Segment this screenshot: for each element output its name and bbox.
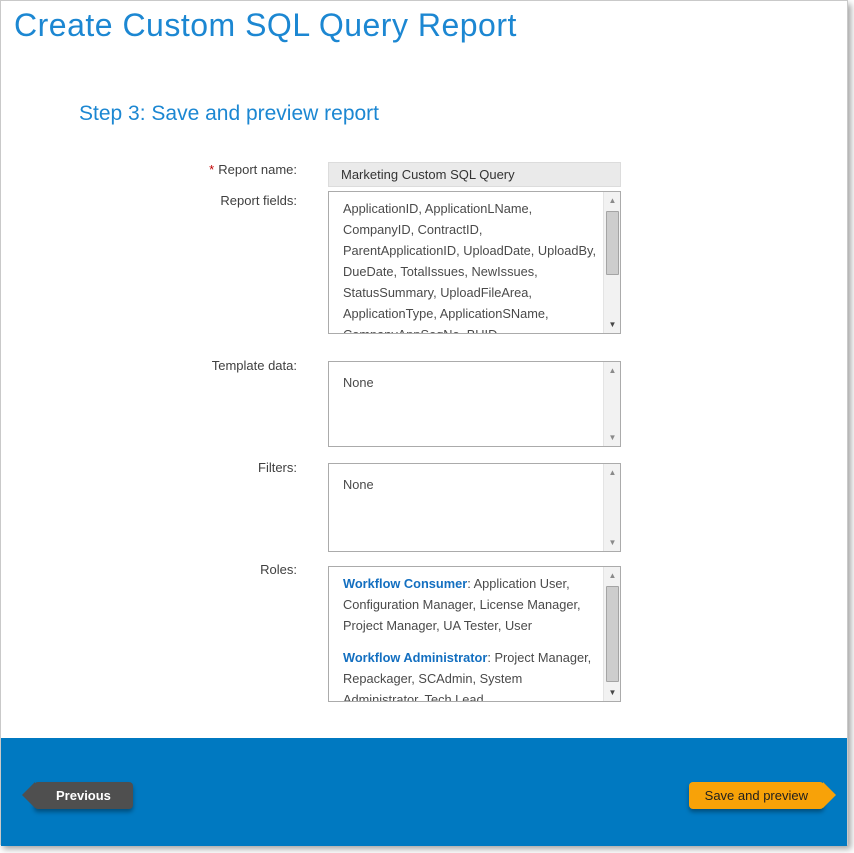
template-data-label: Template data:	[1, 358, 297, 373]
step-heading: Step 3: Save and preview report	[79, 102, 379, 126]
scroll-up-icon[interactable]: ▲	[604, 192, 621, 209]
roles-label: Roles:	[1, 562, 297, 577]
role-group-name: Workflow Consumer	[343, 576, 467, 591]
scroll-down-icon[interactable]: ▼	[604, 684, 621, 701]
role-group-name: Workflow Administrator	[343, 650, 487, 665]
role-group-workflow-administrator: Workflow Administrator: Project Manager,…	[343, 647, 598, 701]
scrollbar-thumb[interactable]	[606, 586, 619, 682]
report-name-label-text: Report name:	[218, 162, 297, 177]
previous-button[interactable]: Previous	[34, 782, 133, 809]
roles-box[interactable]: Workflow Consumer: Application User, Con…	[328, 566, 621, 702]
report-name-label: * Report name:	[1, 162, 297, 177]
save-and-preview-button[interactable]: Save and preview	[689, 782, 824, 809]
scroll-up-icon[interactable]: ▲	[604, 567, 621, 584]
role-group-workflow-consumer: Workflow Consumer: Application User, Con…	[343, 573, 598, 636]
template-data-text: None	[329, 362, 602, 446]
page-title: Create Custom SQL Query Report	[14, 7, 517, 44]
scroll-down-icon[interactable]: ▼	[604, 429, 621, 446]
report-fields-scrollbar[interactable]: ▲ ▼	[603, 192, 620, 333]
scrollbar-thumb[interactable]	[606, 211, 619, 275]
scroll-down-icon[interactable]: ▼	[604, 534, 621, 551]
required-asterisk: *	[209, 162, 214, 177]
roles-scrollbar[interactable]: ▲ ▼	[603, 567, 620, 701]
wizard-footer: Previous Save and preview	[1, 738, 847, 846]
report-fields-text: ApplicationID, ApplicationLName, Company…	[329, 192, 602, 333]
report-fields-label: Report fields:	[1, 193, 297, 208]
scroll-down-icon[interactable]: ▼	[604, 316, 621, 333]
report-fields-box[interactable]: ApplicationID, ApplicationLName, Company…	[328, 191, 621, 334]
template-data-box[interactable]: None ▲ ▼	[328, 361, 621, 447]
report-name-input[interactable]	[328, 162, 621, 187]
wizard-card: Create Custom SQL Query Report Step 3: S…	[0, 0, 848, 845]
scroll-up-icon[interactable]: ▲	[604, 464, 621, 481]
roles-text: Workflow Consumer: Application User, Con…	[329, 567, 602, 701]
filters-text: None	[329, 464, 602, 551]
template-data-scrollbar[interactable]: ▲ ▼	[603, 362, 620, 446]
scroll-up-icon[interactable]: ▲	[604, 362, 621, 379]
filters-box[interactable]: None ▲ ▼	[328, 463, 621, 552]
filters-scrollbar[interactable]: ▲ ▼	[603, 464, 620, 551]
filters-label: Filters:	[1, 460, 297, 475]
